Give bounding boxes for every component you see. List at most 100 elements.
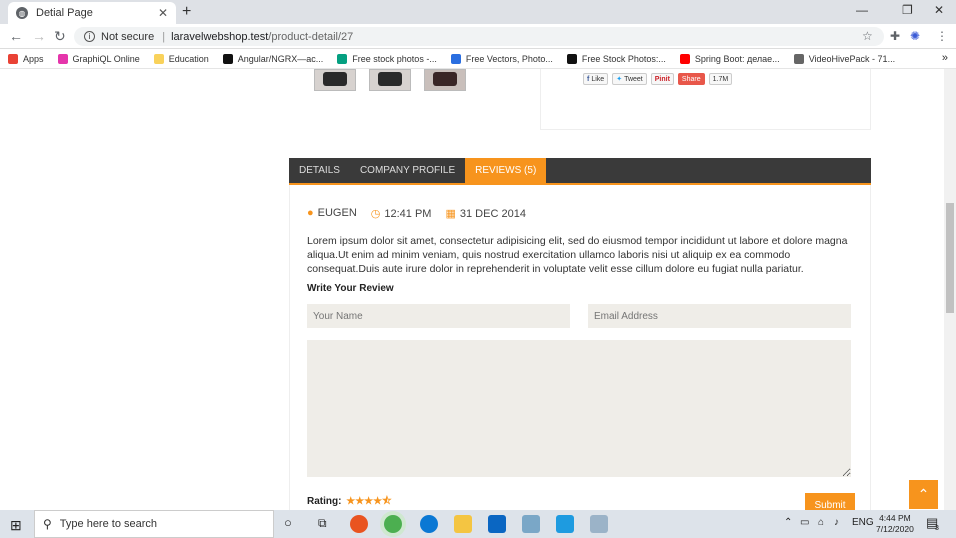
clock-date: 7/12/2020 — [876, 524, 914, 534]
rating-label: Rating: — [307, 496, 342, 507]
email-input[interactable] — [588, 304, 851, 328]
url-host: laravelwebshop.test — [171, 30, 269, 43]
product-thumbnail[interactable] — [424, 69, 466, 91]
ubuntu-icon[interactable] — [350, 515, 368, 533]
bookmark-item[interactable]: Free stock photos -... — [337, 53, 437, 64]
bookmark-item[interactable]: GraphiQL Online — [57, 53, 140, 64]
clock[interactable]: 4:44 PM 7/12/2020 — [876, 513, 914, 535]
close-window-icon[interactable]: ✕ — [934, 3, 944, 17]
tab-details[interactable]: DETAILS — [289, 158, 350, 183]
bookmark-item[interactable]: Angular/NGRX—ac... — [222, 53, 323, 64]
rating-stars[interactable]: ★★★★⯪ — [346, 496, 391, 507]
write-review-heading: Write Your Review — [307, 283, 394, 294]
profile-icon[interactable]: ✺ — [910, 29, 920, 43]
bookmark-item[interactable]: Education — [153, 53, 209, 64]
thumbnail-image — [323, 72, 347, 86]
bookmark-label: Free Vectors, Photo... — [465, 53, 553, 64]
user-icon: ● — [307, 207, 314, 219]
chevron-up-tray-icon[interactable]: ⌃ — [784, 517, 792, 528]
bookmarks-bar: Apps GraphiQL Online Education Angular/N… — [0, 49, 956, 69]
back-to-top-button[interactable]: ⌃ — [909, 480, 938, 509]
bookmark-label: Free stock photos -... — [352, 53, 437, 64]
task-view-icon[interactable]: ⧉ — [318, 516, 327, 531]
edge-icon[interactable] — [420, 515, 438, 533]
product-thumbnail[interactable] — [369, 69, 411, 91]
volume-icon[interactable]: ♪ — [834, 517, 839, 528]
review-time: ◷ 12:41 PM — [371, 207, 432, 220]
chrome-icon[interactable] — [384, 515, 402, 533]
reviews-panel: ● EUGEN ◷ 12:41 PM ▦ 31 DEC 2014 Lorem ipsu… — [289, 185, 871, 510]
author-name: EUGEN — [317, 207, 357, 219]
bookmark-label: Education — [168, 53, 209, 64]
review-date: ▦ 31 DEC 2014 — [445, 207, 525, 220]
cortana-icon[interactable]: ○ — [284, 515, 292, 530]
file-explorer-icon[interactable] — [454, 515, 472, 533]
bookmark-item[interactable]: Spring Boot: делае... — [679, 53, 780, 64]
forward-icon[interactable]: → — [32, 28, 46, 44]
pinit-button[interactable]: Pinit — [650, 73, 674, 85]
browser-tab[interactable]: ◍ Detial Page ✕ — [8, 2, 176, 24]
restore-icon[interactable]: ❐ — [902, 3, 913, 17]
bookmark-item[interactable]: Free Vectors, Photo... — [450, 53, 553, 64]
review-meta: ● EUGEN ◷ 12:41 PM ▦ 31 DEC 2014 — [307, 207, 526, 220]
page-content: f Like ✦ Tweet Pinit Share 1.7M DETAILS CO… — [0, 69, 944, 510]
network-icon[interactable]: ⌂ — [818, 517, 824, 528]
folder-icon — [153, 53, 164, 64]
mail-icon[interactable] — [488, 515, 506, 533]
browser-tab-strip: ◍ Detial Page ✕ + — ❐ ✕ — [0, 0, 956, 24]
app-icon[interactable] — [522, 515, 540, 533]
review-text: Lorem ipsum dolor sit amet, consectetur … — [307, 235, 848, 275]
battery-icon[interactable]: ▭ — [800, 517, 809, 528]
info-icon[interactable]: i — [84, 31, 95, 42]
clock-icon: ◷ — [370, 208, 381, 220]
calendar-icon: ▦ — [445, 208, 456, 220]
bookmark-label: VideoHivePack - 71... — [808, 53, 896, 64]
freepik-icon — [450, 53, 461, 64]
bookmarks-overflow-icon[interactable]: » — [942, 52, 948, 64]
bookmark-star-icon[interactable]: ☆ — [862, 29, 873, 43]
review-textarea[interactable] — [307, 340, 851, 477]
rating-field: Rating: ★★★★⯪ — [307, 494, 392, 510]
paint-icon[interactable] — [590, 515, 608, 533]
share-button[interactable]: Share — [677, 73, 705, 85]
reload-icon[interactable]: ↻ — [54, 28, 66, 45]
tab-reviews[interactable]: REVIEWS (5) — [465, 158, 547, 183]
bookmark-label: Spring Boot: делае... — [694, 53, 780, 64]
page-scrollbar[interactable] — [944, 69, 956, 510]
name-input[interactable] — [307, 304, 570, 328]
taskbar-search[interactable]: ⚲ Type here to search — [34, 510, 274, 538]
language-indicator[interactable]: ENG — [852, 517, 874, 528]
tweet-button[interactable]: ✦ Tweet — [612, 73, 647, 85]
chevron-up-icon: ⌃ — [917, 486, 930, 502]
not-secure-label: Not secure — [101, 30, 155, 43]
tab-company-profile[interactable]: COMPANY PROFILE — [350, 158, 465, 183]
windows-taskbar: ⊞ ⚲ Type here to search ○ ⧉ ⌃ ▭ ⌂ ♪ ENG … — [0, 510, 956, 538]
new-tab-button[interactable]: + — [182, 3, 191, 21]
back-icon[interactable]: ← — [9, 28, 23, 44]
url-separator: | — [162, 30, 166, 43]
youtube-icon — [679, 53, 690, 64]
vscode-icon[interactable] — [556, 515, 574, 533]
share-count: 1.7M — [708, 73, 733, 85]
bookmark-item[interactable]: Apps — [8, 53, 44, 64]
time-value: 12:41 PM — [384, 208, 432, 220]
product-thumbnail[interactable] — [314, 69, 356, 91]
tab-title: Detial Page — [36, 7, 93, 19]
scrollbar-thumb[interactable] — [946, 203, 954, 313]
facebook-like-button[interactable]: f Like — [583, 73, 609, 85]
medium-icon — [222, 53, 233, 64]
menu-icon[interactable]: ⋮ — [936, 29, 948, 43]
url-input[interactable]: i Not secure | laravelwebshop.test /prod… — [74, 27, 884, 46]
extensions-icon[interactable]: ✚ — [890, 29, 900, 43]
search-placeholder: Type here to search — [59, 518, 158, 530]
bookmark-label: GraphiQL Online — [72, 53, 140, 64]
bookmark-item[interactable]: VideoHivePack - 71... — [793, 53, 896, 64]
tab-close-icon[interactable]: ✕ — [158, 6, 168, 20]
windows-start-icon[interactable]: ⊞ — [10, 517, 22, 534]
twitter-icon: ✦ — [616, 76, 623, 83]
bookmark-item[interactable]: Free Stock Photos:... — [566, 53, 666, 64]
submit-button[interactable]: Submit — [805, 493, 855, 510]
review-author: ● EUGEN — [307, 207, 357, 220]
apps-icon — [8, 53, 18, 64]
minimize-icon[interactable]: — — [856, 3, 868, 17]
